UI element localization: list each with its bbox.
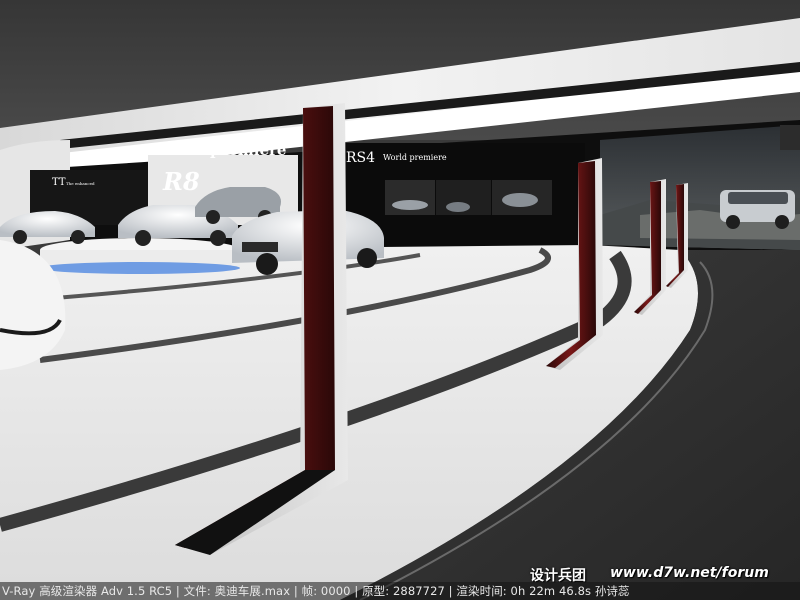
tt-label: TT bbox=[52, 177, 66, 188]
world-premiere-banner: World premiere bbox=[154, 141, 286, 159]
r8-label: R8 bbox=[162, 167, 200, 196]
render-status-text: V-Ray 高级渲染器 Adv 1.5 RC5 | 文件: 奥迪车展.max |… bbox=[2, 584, 630, 598]
render-frame: TT The enhanced R8 World premiere RS4 Wo… bbox=[0, 0, 800, 600]
rs4-label: RS4 bbox=[346, 150, 375, 166]
render-status-bar: V-Ray 高级渲染器 Adv 1.5 RC5 | 文件: 奥迪车展.max |… bbox=[0, 582, 800, 600]
rs4-subtitle: World premiere bbox=[383, 153, 447, 162]
watermark-url: www.d7w.net/forum bbox=[610, 565, 769, 581]
tt-subtitle: The enhanced bbox=[66, 181, 95, 186]
exhibition-scene: TT The enhanced R8 World premiere RS4 Wo… bbox=[0, 0, 800, 600]
